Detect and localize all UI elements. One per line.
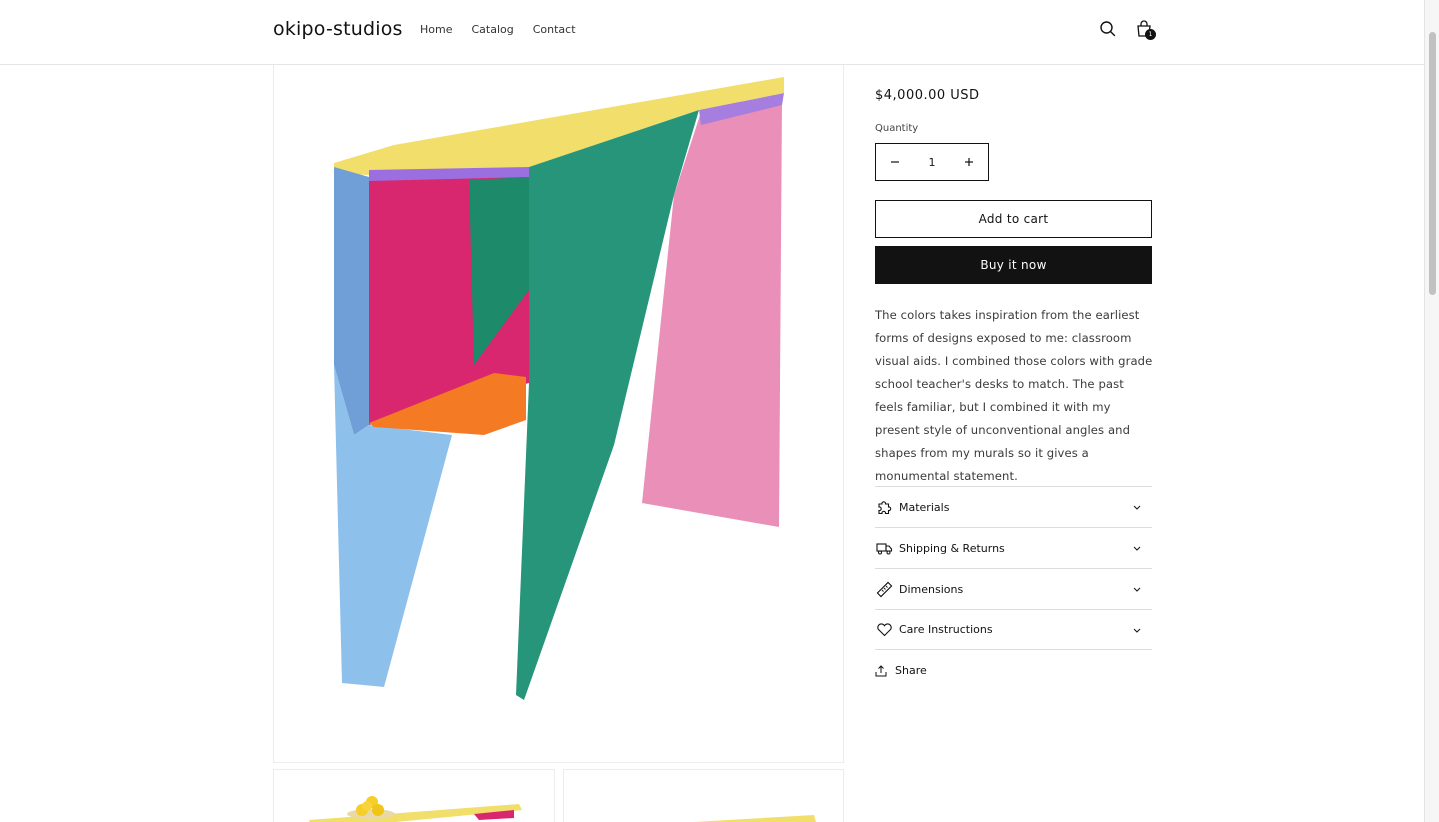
product-description: The colors takes inspiration from the ea…: [875, 308, 1153, 483]
share-icon: [875, 664, 887, 676]
add-to-cart-button[interactable]: Add to cart: [875, 200, 1152, 238]
ruler-icon: [875, 580, 893, 598]
accordion-shipping-returns[interactable]: Shipping & Returns: [875, 527, 1152, 568]
quantity-label: Quantity: [875, 123, 919, 134]
chevron-down-icon: [1133, 587, 1141, 592]
truck-icon: [875, 539, 893, 557]
site-header: okipo-studios Home Catalog Contact 1: [0, 0, 1424, 65]
product-main-image[interactable]: [273, 65, 844, 763]
plus-icon: [965, 158, 973, 166]
puzzle-icon: [875, 498, 893, 516]
quantity-decrease-button[interactable]: [876, 144, 914, 180]
heart-icon: [875, 621, 893, 639]
quantity-input[interactable]: [914, 155, 950, 169]
accordion-dimensions[interactable]: Dimensions: [875, 568, 1152, 609]
thumbnail-2[interactable]: [563, 769, 844, 822]
share-label: Share: [895, 664, 927, 677]
search-icon[interactable]: [1098, 19, 1118, 39]
thumbnail-2-artwork: [694, 815, 816, 822]
thumbnail-1[interactable]: [273, 769, 555, 822]
quantity-increase-button[interactable]: [950, 144, 988, 180]
buy-it-now-button[interactable]: Buy it now: [875, 246, 1152, 284]
minus-icon: [891, 161, 899, 163]
chevron-down-icon: [1133, 628, 1141, 633]
nav-catalog[interactable]: Catalog: [471, 23, 513, 36]
chevron-down-icon: [1133, 546, 1141, 551]
accordion-dimensions-label: Dimensions: [899, 582, 964, 596]
main-nav: Home Catalog Contact: [420, 23, 595, 36]
nav-contact[interactable]: Contact: [533, 23, 576, 36]
share-button[interactable]: Share: [875, 664, 927, 677]
product-price: $4,000.00 USD: [875, 88, 980, 103]
accordion-care-instructions[interactable]: Care Instructions: [875, 609, 1152, 650]
accordion-materials-label: Materials: [899, 500, 950, 514]
accordion-shipping-label: Shipping & Returns: [899, 541, 1005, 555]
accordion-care-label: Care Instructions: [899, 623, 993, 636]
scrollbar-thumb[interactable]: [1429, 32, 1436, 295]
accordion-materials[interactable]: Materials: [875, 486, 1152, 527]
nav-home[interactable]: Home: [420, 23, 452, 36]
page-scrollbar[interactable]: [1424, 0, 1439, 822]
cart-count-badge: 1: [1145, 29, 1156, 40]
table-artwork: [334, 77, 784, 700]
store-logo[interactable]: okipo-studios: [273, 18, 403, 40]
thumbnail-1-artwork: [309, 796, 522, 822]
chevron-down-icon: [1133, 505, 1141, 510]
quantity-stepper: [875, 143, 989, 181]
